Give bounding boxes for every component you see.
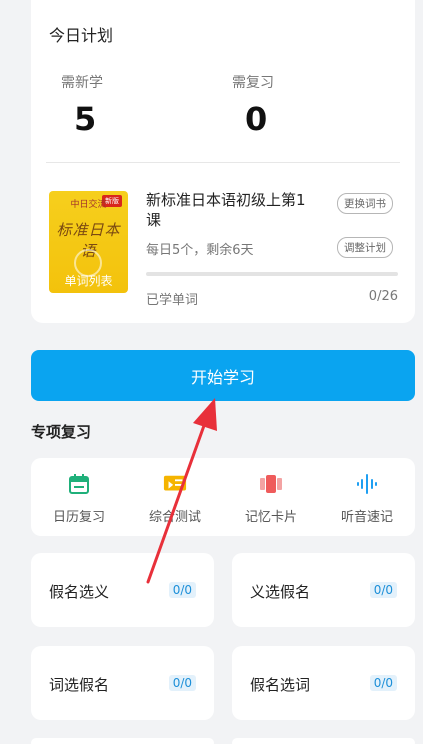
book-title: 新标准日本语初级上第1课 [146,191,306,229]
progress-bar [146,272,398,276]
plan-title: 今日计划 [49,26,114,45]
progress-count: 0/26 [368,289,398,304]
drill-label: 义选假名 [250,583,311,601]
progress-label: 已学单词 [146,293,199,308]
drill-label: 词选假名 [49,676,110,694]
drill-label: 假名选词 [250,676,311,694]
flashcard-icon [259,472,283,496]
word-list-link[interactable]: 单词列表 [49,272,128,289]
drill-count-badge: 0/0 [168,582,196,598]
drill-card-partial[interactable] [232,738,415,744]
new-learn-count: 5 [74,100,97,138]
drill-word-to-kana[interactable]: 词选假名 0/0 [31,646,214,720]
drill-meaning-to-kana[interactable]: 义选假名 0/0 [232,553,415,627]
adjust-plan-button[interactable]: 调整计划 [337,237,393,258]
start-learning-button[interactable]: 开始学习 [31,350,415,401]
calendar-icon [67,472,91,496]
review-count: 0 [245,100,268,138]
test-icon [163,472,187,496]
cover-top-text: 中日交流 [70,200,107,210]
today-plan-card: 今日计划 需新学 5 需复习 0 新版 中日交流 标准日本语 单词列表 新标准日… [31,0,415,323]
drill-label: 假名选义 [49,583,110,601]
book-cover[interactable]: 新版 中日交流 标准日本语 单词列表 [49,191,128,293]
change-book-button[interactable]: 更换词书 [337,193,393,214]
tool-listen-memorize[interactable]: 听音速记 [319,458,415,536]
tool-calendar-review[interactable]: 日历复习 [31,458,127,536]
tool-label: 听音速记 [340,510,393,525]
schedule-text: 每日5个，剩余6天 [146,243,254,258]
section-title: 专项复习 [31,423,92,441]
review-tools: 日历复习 综合测试 记忆卡片 听音速记 [31,458,415,536]
tool-label: 日历复习 [52,510,105,525]
tool-label: 记忆卡片 [244,510,297,525]
drill-count-badge: 0/0 [369,582,397,598]
drill-count-badge: 0/0 [168,675,196,691]
drill-kana-to-meaning[interactable]: 假名选义 0/0 [31,553,214,627]
drill-kana-to-word[interactable]: 假名选词 0/0 [232,646,415,720]
tool-label: 综合测试 [148,510,201,525]
tool-comprehensive-test[interactable]: 综合测试 [127,458,223,536]
audio-wave-icon [355,472,379,496]
drill-card-partial[interactable] [31,738,214,744]
drill-count-badge: 0/0 [369,675,397,691]
divider [46,162,400,163]
new-learn-label: 需新学 [61,75,103,91]
tool-memory-cards[interactable]: 记忆卡片 [223,458,319,536]
review-label: 需复习 [232,75,274,91]
